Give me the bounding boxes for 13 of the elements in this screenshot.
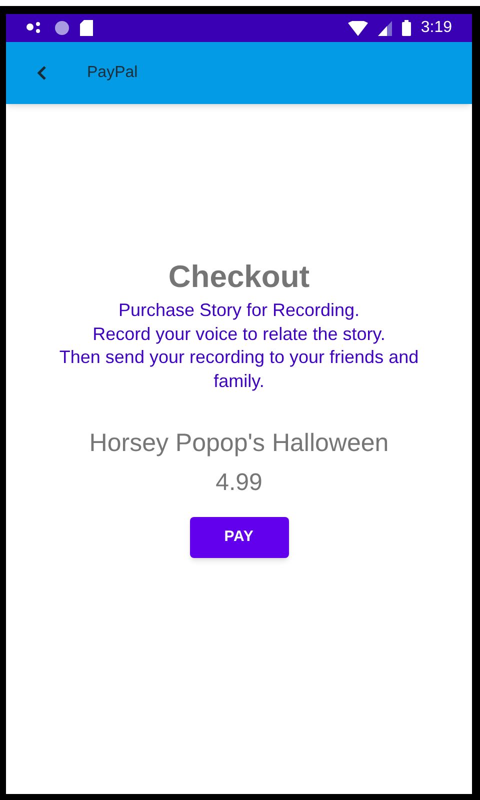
pay-button[interactable]: PAY bbox=[190, 517, 288, 558]
wifi-icon bbox=[348, 20, 368, 36]
product-name: Horsey Popop's Halloween bbox=[89, 428, 389, 459]
circle-icon bbox=[54, 20, 70, 36]
sd-card-icon bbox=[80, 20, 93, 36]
back-icon bbox=[37, 66, 47, 80]
checkout-title: Checkout bbox=[168, 259, 310, 295]
signal-icon bbox=[378, 20, 392, 36]
description: Purchase Story for Recording. Record your voice to relate the story. Then send your recording to your friends and family. bbox=[58, 299, 420, 393]
price: 4.99 bbox=[216, 468, 262, 498]
status-time: 3:19 bbox=[420, 18, 452, 38]
app-title: PayPal bbox=[87, 63, 138, 83]
battery-icon bbox=[402, 20, 411, 36]
